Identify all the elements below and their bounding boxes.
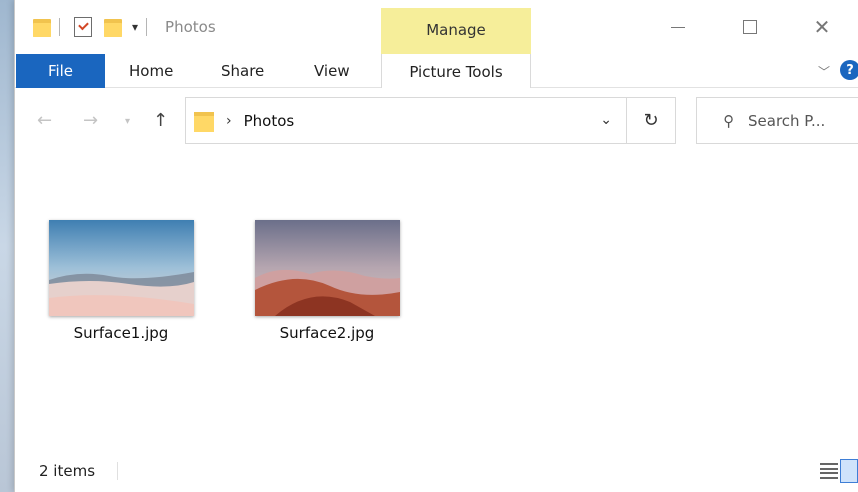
large-icons-view-icon[interactable]	[840, 459, 858, 483]
folder-icon	[194, 110, 214, 132]
status-bar: 2 items	[15, 452, 858, 492]
forward-arrow-icon[interactable]: →	[83, 110, 98, 131]
file-name: Surface2.jpg	[279, 324, 375, 342]
toolbar-divider	[146, 18, 148, 36]
tab-file[interactable]: File	[16, 54, 105, 88]
title-bar: ▾ Photos Manage ✕	[15, 0, 858, 54]
tab-manage-label: Manage	[426, 21, 486, 39]
item-count: 2 items	[39, 462, 96, 480]
window-title: Photos	[165, 18, 216, 36]
help-icon[interactable]: ?	[840, 60, 858, 80]
tab-home[interactable]: Home	[129, 54, 173, 88]
properties-icon[interactable]	[74, 17, 92, 37]
navigation-bar: ← → ▾ ↑ › Photos ⌄ ↻ ⚲ Search P...	[15, 88, 858, 156]
expand-ribbon-chevron-icon[interactable]: ﹀	[818, 63, 830, 80]
close-button[interactable]: ✕	[786, 0, 858, 54]
file-explorer-window: ▾ Photos Manage ✕ File Home Share View P…	[14, 0, 858, 492]
quick-access-toolbar: ▾ Photos	[33, 14, 216, 40]
search-placeholder: Search P...	[748, 111, 826, 130]
image-thumbnail	[254, 220, 400, 316]
file-item[interactable]: Surface1.jpg	[41, 220, 201, 342]
minimize-button[interactable]	[642, 0, 714, 54]
address-dropdown-icon[interactable]: ⌄	[600, 112, 612, 128]
file-list: Surface1.jpg Surface2.jpg	[15, 156, 858, 450]
folder-icon[interactable]	[33, 17, 51, 37]
tab-manage[interactable]: Manage	[381, 8, 531, 54]
refresh-icon: ↻	[643, 110, 659, 131]
breadcrumb-chevron-icon[interactable]: ›	[226, 113, 232, 129]
window-controls: ✕	[642, 0, 858, 54]
recent-locations-chevron-icon[interactable]: ▾	[125, 116, 130, 127]
tab-share[interactable]: Share	[221, 54, 264, 88]
breadcrumb[interactable]: Photos	[244, 112, 295, 130]
toolbar-divider	[59, 18, 60, 36]
ribbon-tabs: File Home Share View Picture Tools ﹀ ?	[15, 54, 858, 89]
close-icon: ✕	[813, 15, 831, 39]
tab-view[interactable]: View	[314, 54, 350, 88]
maximize-icon	[743, 20, 757, 34]
minimize-icon	[671, 26, 685, 28]
search-input[interactable]: ⚲ Search P...	[696, 97, 858, 144]
status-divider	[117, 462, 118, 480]
file-name: Surface1.jpg	[73, 324, 169, 342]
back-arrow-icon[interactable]: ←	[37, 110, 52, 131]
tab-picture-tools[interactable]: Picture Tools	[381, 54, 531, 89]
customize-toolbar-dropdown-icon[interactable]: ▾	[132, 21, 138, 33]
address-bar[interactable]: › Photos ⌄	[185, 97, 627, 144]
maximize-button[interactable]	[714, 0, 786, 54]
up-arrow-icon[interactable]: ↑	[153, 110, 168, 131]
details-view-icon[interactable]	[820, 461, 838, 481]
image-thumbnail	[48, 220, 194, 316]
file-item[interactable]: Surface2.jpg	[247, 220, 407, 342]
refresh-button[interactable]: ↻	[627, 97, 676, 144]
search-icon: ⚲	[723, 111, 734, 130]
new-folder-icon[interactable]	[104, 17, 122, 37]
